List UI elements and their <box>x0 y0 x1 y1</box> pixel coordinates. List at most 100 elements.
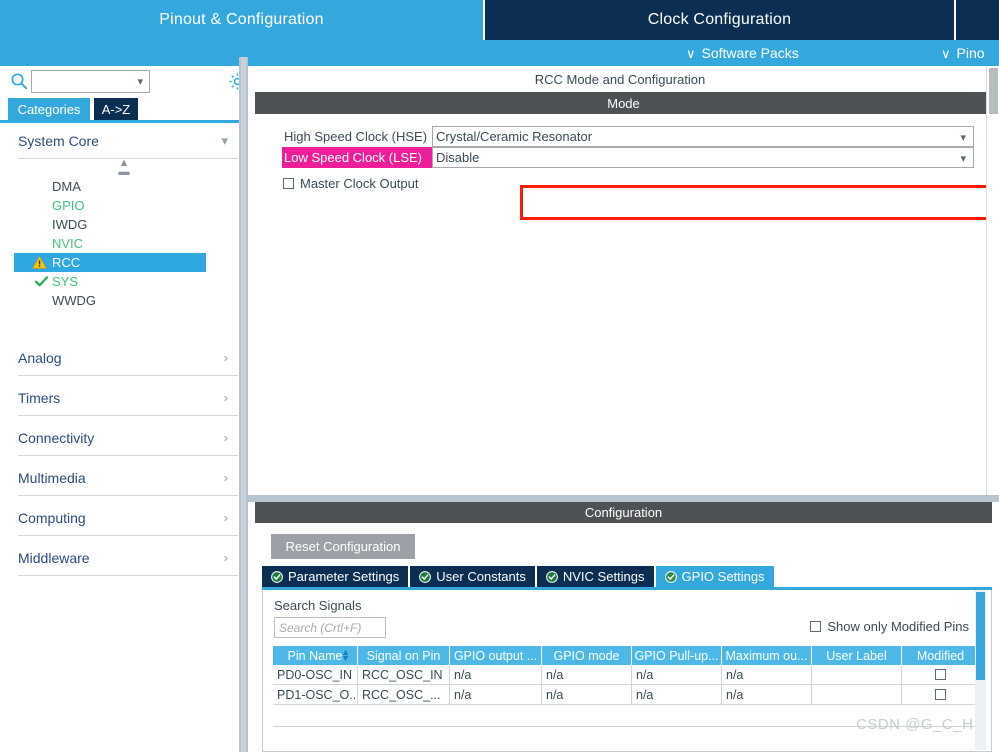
content-scrollbar-thumb[interactable] <box>989 68 998 114</box>
sidebar-category-middleware-label: Middleware <box>18 549 90 566</box>
gpio-pane-vertical-scrollbar[interactable] <box>975 590 986 750</box>
horizontal-splitter[interactable] <box>248 495 999 502</box>
sidebar-tab-az-label: A->Z <box>101 101 131 117</box>
software-packs-label: Software Packs <box>701 45 799 61</box>
column-header-user-label-label: User Label <box>826 648 887 663</box>
sidebar-category-analog-label: Analog <box>18 349 62 366</box>
tab-strip-filler <box>773 566 992 587</box>
master-clock-output-label: Master Clock Output <box>300 175 419 191</box>
column-header-gpio-pullup[interactable]: GPIO Pull-up... <box>632 646 722 665</box>
configuration-tab-strip: Parameter Settings User Constants NVIC S… <box>262 566 992 587</box>
watermark: CSDN @G_C_H <box>856 716 974 733</box>
column-header-pin-name[interactable]: Pin Name ▲ ▼ <box>273 646 358 665</box>
sidebar-item-nvic-label: NVIC <box>52 236 84 251</box>
modified-checkbox[interactable] <box>935 669 946 680</box>
sidebar-tab-categories[interactable]: Categories <box>8 98 90 120</box>
chevron-right-icon: › <box>223 510 228 525</box>
peripheral-scroll-spinner[interactable]: ▲ ▬ <box>0 157 248 178</box>
spinner-up-icon: ▲ ▬ <box>118 157 130 178</box>
hse-select-value: Crystal/Ceramic Resonator <box>436 129 593 144</box>
sidebar-item-gpio[interactable]: GPIO <box>36 196 248 215</box>
cell-signal-on-pin: RCC_OSC_... <box>358 685 450 705</box>
pinout-menu[interactable]: ∨ Pino <box>941 40 985 66</box>
sidebar-item-dma[interactable]: DMA <box>36 177 248 196</box>
tab-user-constants-label: User Constants <box>436 569 526 584</box>
show-only-modified-pins-row[interactable]: Show only Modified Pins <box>810 619 969 634</box>
tab-nvic-settings-label: NVIC Settings <box>562 569 645 584</box>
lse-label-text: Low Speed Clock (LSE) <box>284 150 423 165</box>
sidebar-item-wwdg[interactable]: WWDG <box>36 291 248 310</box>
chevron-right-icon: › <box>223 550 228 565</box>
cell-signal-on-pin: RCC_OSC_IN <box>358 665 450 685</box>
sidebar-item-dma-label: DMA <box>52 179 81 194</box>
tab-parameter-settings[interactable]: Parameter Settings <box>262 566 411 587</box>
master-clock-output-row[interactable]: Master Clock Output <box>283 174 419 192</box>
table-row[interactable]: PD1-OSC_O... RCC_OSC_... n/a n/a n/a n/a <box>273 685 979 705</box>
column-header-modified-label: Modified <box>916 648 965 663</box>
check-circle-icon <box>664 570 677 583</box>
sidebar-item-rcc-label: RCC <box>52 255 81 270</box>
sidebar-category-computing-label: Computing <box>18 509 86 526</box>
sidebar-category-timers[interactable]: Timers › <box>18 380 238 416</box>
tab-clock-configuration[interactable]: Clock Configuration <box>483 0 956 40</box>
cell-gpio-pullup: n/a <box>632 665 722 685</box>
chevron-right-icon: › <box>223 350 228 365</box>
chevron-down-icon: ∨ <box>941 45 951 61</box>
reset-configuration-button[interactable]: Reset Configuration <box>271 534 415 559</box>
column-header-maximum-output[interactable]: Maximum ou... <box>722 646 812 665</box>
sidebar-item-iwdg[interactable]: IWDG <box>36 215 248 234</box>
tab-pinout-configuration[interactable]: Pinout & Configuration <box>0 0 483 40</box>
check-circle-icon <box>271 570 283 583</box>
tab-overflow[interactable] <box>956 0 999 40</box>
modified-checkbox[interactable] <box>935 689 946 700</box>
search-icon <box>10 72 28 90</box>
column-header-modified[interactable]: Modified <box>902 646 979 665</box>
chevron-down-icon: ▾ <box>221 132 228 148</box>
sidebar-category-connectivity[interactable]: Connectivity › <box>18 420 238 456</box>
check-circle-icon <box>545 570 558 583</box>
sidebar-item-sys[interactable]: SYS <box>34 272 248 291</box>
master-clock-output-checkbox[interactable] <box>283 177 294 189</box>
column-header-maximum-output-label: Maximum ou... <box>725 648 808 663</box>
chevron-right-icon: › <box>223 430 228 445</box>
cell-modified[interactable] <box>902 685 979 705</box>
cubemx-window: Pinout & Configuration Clock Configurati… <box>0 0 999 752</box>
hse-select[interactable]: Crystal/Ceramic Resonator ▾ <box>432 126 974 147</box>
content-vertical-scrollbar[interactable] <box>986 66 999 495</box>
column-header-user-label[interactable]: User Label <box>812 646 902 665</box>
column-header-gpio-output[interactable]: GPIO output ... <box>450 646 542 665</box>
show-only-modified-pins-checkbox[interactable] <box>810 621 822 632</box>
tab-gpio-settings[interactable]: GPIO Settings <box>655 566 774 587</box>
gpio-pins-table: Pin Name ▲ ▼ Signal on Pin GPIO output ..… <box>273 646 979 727</box>
sidebar-category-computing[interactable]: Computing › <box>18 500 238 536</box>
mode-section-header: Mode <box>255 92 992 114</box>
gpio-pane-scrollbar-thumb[interactable] <box>976 592 985 680</box>
sidebar-category-analog[interactable]: Analog › <box>18 340 238 376</box>
search-signals-input[interactable]: Search (Crtl+F) <box>274 617 386 638</box>
mode-section-header-label: Mode <box>607 95 640 111</box>
sidebar-item-nvic[interactable]: NVIC <box>36 234 248 253</box>
sidebar-item-rcc[interactable]: RCC <box>14 253 206 272</box>
cell-maximum-output: n/a <box>722 685 812 705</box>
lse-select[interactable]: Disable ▾ <box>432 147 974 168</box>
sidebar-category-system-core[interactable]: System Core ▾ <box>18 123 238 159</box>
sidebar-category-multimedia[interactable]: Multimedia › <box>18 460 238 496</box>
sidebar-category-list: System Core ▾ ▲ ▬ DMA GPIO IWDG NVIC RCC… <box>0 123 248 752</box>
chevron-right-icon: › <box>223 390 228 405</box>
column-header-signal-on-pin[interactable]: Signal on Pin <box>358 646 450 665</box>
tab-user-constants[interactable]: User Constants <box>410 566 537 587</box>
cell-maximum-output: n/a <box>722 665 812 685</box>
sidebar-tab-az[interactable]: A->Z <box>94 98 138 120</box>
peripheral-list: DMA GPIO IWDG NVIC RCC SYS WWDG <box>0 177 248 310</box>
sort-arrow-icon: ▲ ▼ <box>341 647 350 663</box>
cell-modified[interactable] <box>902 665 979 685</box>
sidebar-search-input[interactable]: ▾ <box>31 70 150 93</box>
sidebar-item-sys-label: SYS <box>52 274 79 289</box>
tab-nvic-settings[interactable]: NVIC Settings <box>536 566 656 587</box>
software-packs-menu[interactable]: ∨ Software Packs <box>686 40 799 66</box>
table-row[interactable]: PD0-OSC_IN RCC_OSC_IN n/a n/a n/a n/a <box>273 665 979 685</box>
pinout-menu-label: Pino <box>956 45 985 61</box>
column-header-gpio-mode[interactable]: GPIO mode <box>542 646 632 665</box>
sidebar-category-middleware[interactable]: Middleware › <box>18 540 238 576</box>
vertical-splitter[interactable] <box>239 57 248 752</box>
